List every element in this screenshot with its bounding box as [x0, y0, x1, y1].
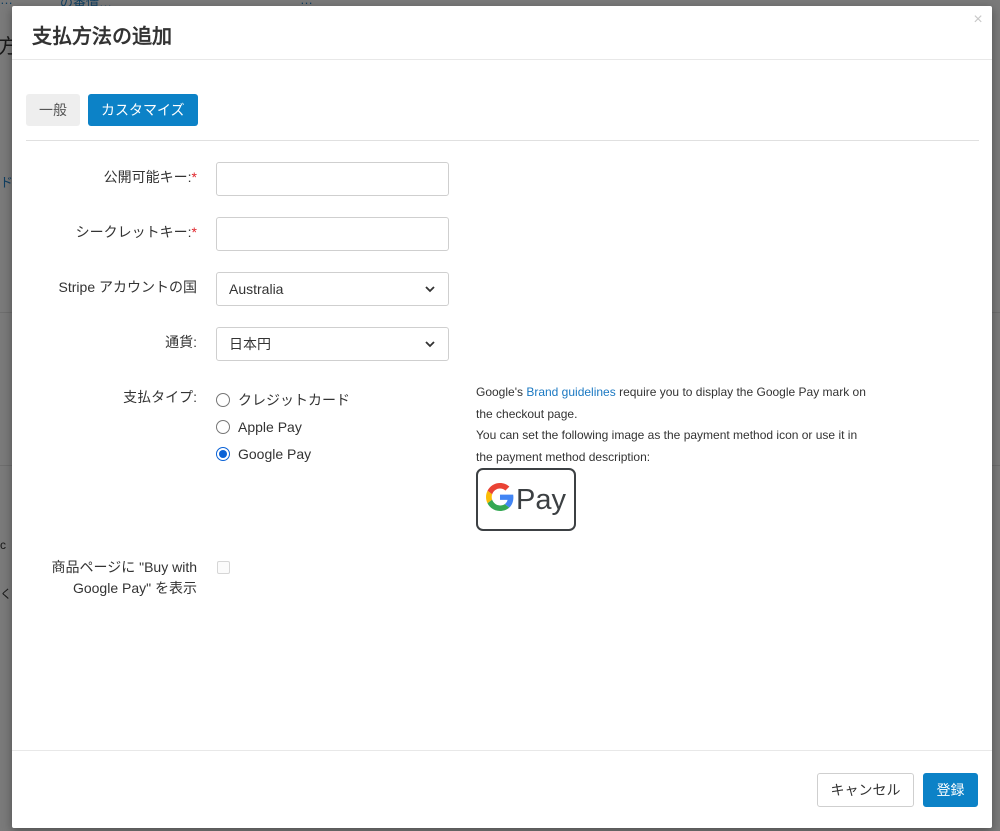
stripe-country-label: Stripe アカウントの国	[58, 279, 197, 295]
google-pay-guideline-note: Google's Brand guidelines require you to…	[476, 385, 866, 464]
google-g-icon	[486, 483, 514, 511]
radio-apple-pay[interactable]: Apple Pay	[216, 413, 350, 440]
radio-button[interactable]	[216, 392, 230, 407]
radio-button-checked[interactable]	[216, 446, 230, 461]
buy-with-google-pay-checkbox[interactable]	[217, 561, 230, 574]
brand-guidelines-link[interactable]: Brand guidelines	[526, 385, 615, 399]
stripe-country-value: Australia	[229, 281, 284, 297]
modal-footer: キャンセル 登録	[12, 750, 992, 828]
modal-title: 支払方法の追加	[32, 26, 172, 48]
radio-label: クレジットカード	[238, 391, 350, 408]
stripe-country-select[interactable]: Australia	[216, 272, 449, 306]
radio-dot	[219, 449, 227, 458]
tab-divider	[26, 140, 979, 141]
chevron-down-icon	[425, 341, 435, 348]
publishable-key-label: 公開可能キー:*	[103, 169, 197, 185]
tab-customize[interactable]: カスタマイズ	[88, 94, 198, 126]
secret-key-input[interactable]	[216, 217, 449, 251]
google-pay-mark-image: Pay	[476, 468, 576, 531]
modal-header: 支払方法の追加 ×	[12, 6, 992, 60]
tab-general[interactable]: 一般	[26, 94, 80, 126]
payment-type-label: 支払タイプ:	[123, 389, 197, 405]
register-button[interactable]: 登録	[923, 773, 978, 807]
currency-select[interactable]: 日本円	[216, 327, 449, 361]
tab-bar: 一般 カスタマイズ	[26, 94, 198, 126]
google-pay-mark-text: Pay	[516, 484, 566, 516]
radio-label: Apple Pay	[238, 418, 302, 435]
publishable-key-input[interactable]	[216, 162, 449, 196]
radio-label: Google Pay	[238, 445, 312, 462]
close-icon[interactable]: ×	[970, 8, 986, 32]
radio-google-pay[interactable]: Google Pay	[216, 440, 350, 467]
currency-label: 通貨:	[165, 334, 197, 350]
radio-button[interactable]	[216, 419, 230, 434]
secret-key-label: シークレットキー:*	[75, 224, 197, 240]
currency-value: 日本円	[229, 336, 271, 352]
payment-type-radio-group: クレジットカード Apple Pay Google Pay	[216, 386, 350, 467]
cancel-button[interactable]: キャンセル	[817, 773, 914, 807]
required-mark: *	[191, 224, 197, 240]
radio-credit-card[interactable]: クレジットカード	[216, 386, 350, 413]
buy-with-google-pay-label: 商品ページに "Buy with Google Pay" を表示	[51, 559, 198, 596]
add-payment-method-dialog: 支払方法の追加 × 一般 カスタマイズ 公開可能キー:* シークレットキー:* …	[12, 6, 992, 828]
chevron-down-icon	[425, 286, 435, 293]
required-mark: *	[191, 169, 197, 185]
